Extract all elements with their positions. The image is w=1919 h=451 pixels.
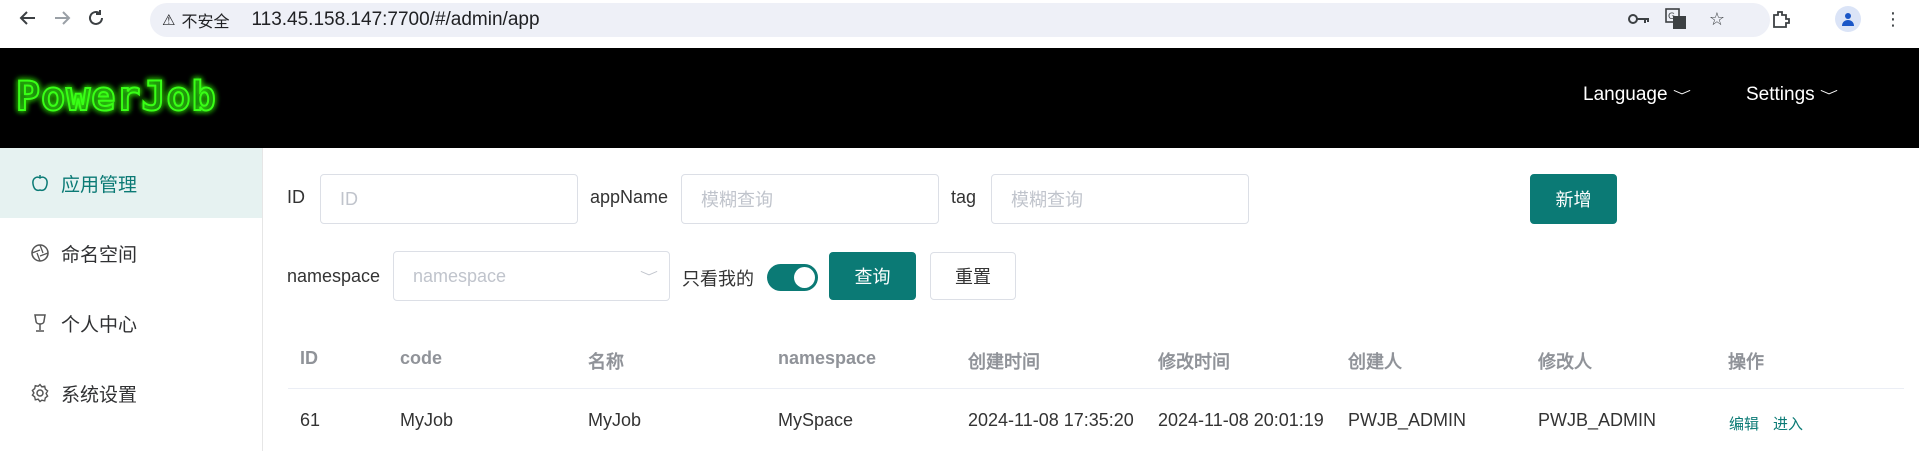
goblet-icon — [29, 312, 51, 334]
sidebar-item-label: 系统设置 — [61, 384, 138, 406]
toggle-knob — [794, 267, 815, 288]
browser-toolbar: ⚠ 不安全 113.45.158.147:7700/#/admin/app G … — [0, 0, 1919, 48]
appname-filter-placeholder: 模糊查询 — [701, 190, 773, 210]
key-icon[interactable] — [1626, 6, 1652, 32]
column-header-code: code — [400, 348, 443, 368]
id-filter-label: ID — [287, 187, 305, 207]
cell-modified-at: 2024-11-08 20:01:19 — [1158, 410, 1324, 430]
address-bar[interactable]: ⚠ 不安全 113.45.158.147:7700/#/admin/app — [150, 3, 1770, 37]
sidebar-item-app-management[interactable]: 应用管理 — [0, 148, 262, 218]
column-header-created-at: 创建时间 — [968, 352, 1040, 372]
settings-label: Settings — [1746, 84, 1815, 105]
column-header-namespace: namespace — [778, 348, 877, 368]
cell-code: MyJob — [400, 410, 454, 430]
chevron-down-icon: ﹀ — [1672, 88, 1691, 103]
reload-icon[interactable] — [84, 6, 108, 30]
column-header-id: ID — [300, 348, 318, 368]
language-menu[interactable]: Language ﹀ — [1583, 84, 1691, 106]
gear-icon — [29, 382, 51, 404]
insecure-indicator[interactable]: ⚠ 不安全 — [162, 8, 229, 32]
sidebar-item-label: 命名空间 — [61, 244, 138, 266]
tag-filter-placeholder: 模糊查询 — [1011, 190, 1083, 210]
column-header-actions: 操作 — [1728, 352, 1764, 372]
svg-text:G: G — [1668, 12, 1675, 22]
powerjob-logo[interactable]: PowerJob — [12, 72, 272, 127]
chevron-down-icon: ﹀ — [1819, 88, 1838, 103]
column-header-modifier: 修改人 — [1538, 352, 1592, 372]
only-mine-toggle[interactable] — [767, 264, 818, 291]
id-filter-input[interactable]: ID — [320, 174, 578, 224]
namespace-select-placeholder: namespace — [413, 265, 507, 286]
enter-link[interactable]: 进入 — [1773, 413, 1803, 434]
forward-icon[interactable] — [50, 6, 74, 30]
cell-namespace: MySpace — [778, 410, 854, 430]
header-divider — [288, 388, 1904, 389]
sidebar-item-profile[interactable]: 个人中心 — [0, 288, 262, 358]
cell-modifier: PWJB_ADMIN — [1538, 410, 1657, 430]
cell-id: 61 — [300, 410, 321, 430]
sidebar-item-label: 个人中心 — [61, 314, 138, 336]
column-header-modified-at: 修改时间 — [1158, 352, 1230, 372]
extensions-icon[interactable] — [1768, 6, 1794, 32]
language-label: Language — [1583, 84, 1668, 105]
tag-filter-input[interactable]: 模糊查询 — [991, 174, 1249, 224]
cell-name: MyJob — [588, 410, 642, 430]
appname-filter-input[interactable]: 模糊查询 — [681, 174, 939, 224]
query-button[interactable]: 查询 — [829, 252, 916, 300]
namespace-select[interactable]: namespace ﹀ — [393, 251, 670, 301]
cell-creator: PWJB_ADMIN — [1348, 410, 1467, 430]
column-header-name: 名称 — [588, 352, 624, 372]
only-mine-label: 只看我的 — [682, 269, 754, 289]
sidebar-item-label: 应用管理 — [61, 174, 138, 196]
svg-text:PowerJob: PowerJob — [16, 74, 217, 120]
settings-menu[interactable]: Settings ﹀ — [1746, 84, 1838, 106]
more-options-icon[interactable]: ⋮ — [1880, 6, 1906, 32]
appname-filter-label: appName — [590, 187, 669, 207]
cell-created-at: 2024-11-08 17:35:20 — [968, 410, 1134, 430]
insecure-label: 不安全 — [181, 14, 230, 31]
warning-icon: ⚠ — [162, 12, 176, 29]
sidebar-item-system-settings[interactable]: 系统设置 — [0, 358, 262, 428]
aperture-icon — [29, 242, 51, 264]
column-header-creator: 创建人 — [1348, 352, 1402, 372]
tag-filter-label: tag — [951, 187, 977, 207]
apple-icon — [29, 172, 51, 194]
translate-icon[interactable]: G — [1663, 6, 1689, 32]
sidebar-item-namespace[interactable]: 命名空间 — [0, 218, 262, 288]
chevron-down-icon: ﹀ — [639, 270, 659, 284]
add-app-button[interactable]: 新增 — [1530, 174, 1617, 224]
back-icon[interactable] — [16, 6, 40, 30]
id-filter-placeholder: ID — [340, 188, 358, 209]
star-icon[interactable]: ☆ — [1704, 6, 1730, 32]
url-text[interactable]: 113.45.158.147:7700/#/admin/app — [251, 9, 539, 31]
reset-button[interactable]: 重置 — [930, 252, 1016, 300]
app-header: PowerJob Language ﹀ Settings ﹀ — [0, 48, 1919, 148]
sidebar: 应用管理 命名空间 个人中心 系统设置 — [0, 148, 263, 451]
namespace-filter-label: namespace — [287, 266, 381, 286]
edit-link[interactable]: 编辑 — [1729, 413, 1759, 434]
profile-avatar-icon[interactable] — [1835, 6, 1861, 32]
